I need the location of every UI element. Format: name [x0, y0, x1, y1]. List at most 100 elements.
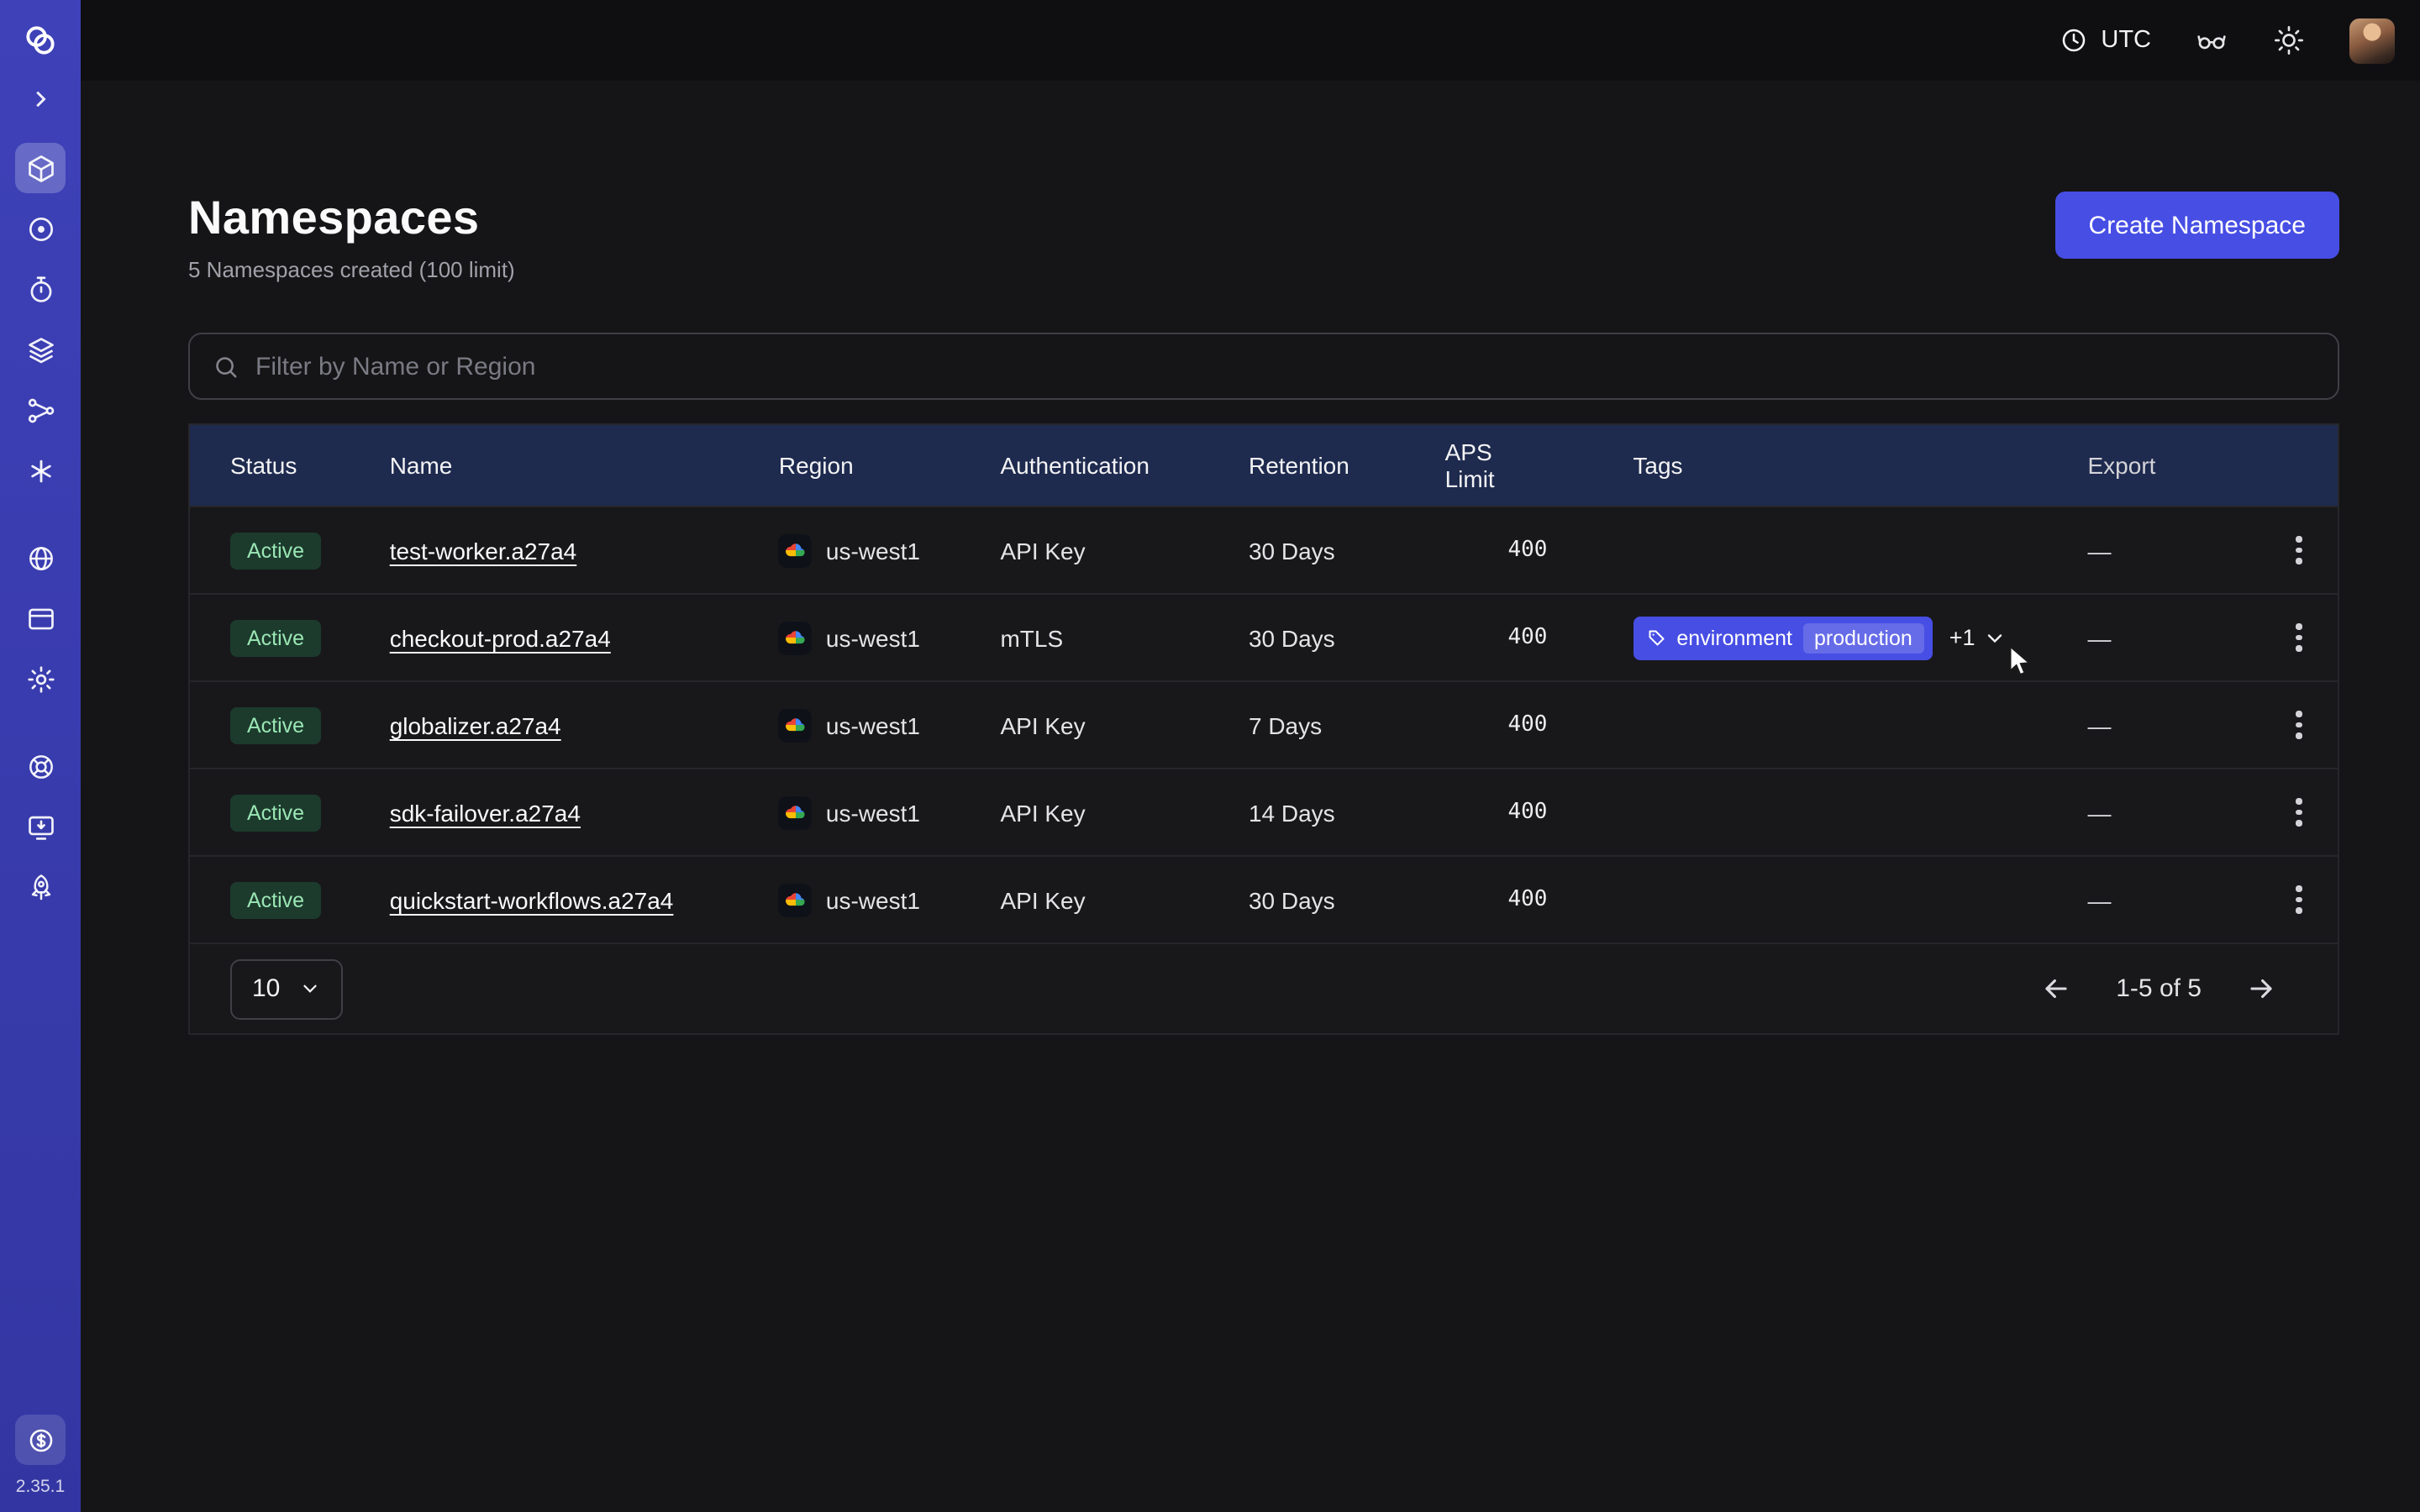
export-value: — — [2088, 886, 2261, 913]
chevron-right-icon — [25, 84, 55, 114]
sidebar-item-nexus[interactable] — [15, 593, 66, 643]
sidebar-item-imports[interactable] — [15, 801, 66, 852]
row-menu-button[interactable] — [2288, 528, 2311, 572]
asterisk-icon — [24, 454, 56, 486]
export-value: — — [2088, 537, 2261, 564]
globe-icon — [24, 542, 56, 574]
timezone-button[interactable]: UTC — [2059, 25, 2151, 55]
search-icon — [212, 352, 240, 381]
retention-label: 30 Days — [1249, 537, 1445, 564]
namespace-link[interactable]: sdk-failover.a27a4 — [390, 799, 581, 826]
sidebar-footer: 2.35.1 — [15, 1415, 66, 1512]
status-badge: Active — [230, 794, 321, 831]
column-header-status: Status — [190, 452, 390, 479]
app-window: 2.35.1 UTC — [0, 0, 2420, 1512]
region-label: us-west1 — [826, 799, 920, 826]
table-header-row: Status Name Region Authentication Retent… — [190, 425, 2338, 506]
table-footer: 10 1-5 of 5 — [190, 942, 2338, 1033]
arrow-right-icon — [2245, 973, 2277, 1005]
rocket-icon — [24, 871, 56, 903]
auth-label: API Key — [1000, 799, 1249, 826]
next-page-button[interactable] — [2242, 969, 2281, 1008]
page-title: Namespaces — [188, 192, 515, 245]
more-tags-button[interactable]: +1 — [1949, 625, 2007, 650]
sidebar-item-regions[interactable] — [15, 533, 66, 583]
gcp-icon — [779, 621, 813, 654]
auth-label: API Key — [1000, 711, 1249, 738]
page-size-select[interactable]: 10 — [230, 958, 342, 1019]
sidebar-item-namespaces[interactable] — [15, 143, 66, 193]
life-buoy-icon — [24, 750, 56, 782]
column-header-export: Export — [2088, 452, 2261, 479]
aps-limit-value: 400 — [1445, 800, 1634, 825]
row-menu-button[interactable] — [2288, 878, 2311, 921]
cube-icon — [24, 152, 56, 184]
arrow-left-icon — [2040, 973, 2072, 1005]
create-namespace-button[interactable]: Create Namespace — [2055, 192, 2339, 259]
sidebar-expand-button[interactable] — [25, 84, 55, 114]
app-version: 2.35.1 — [16, 1477, 65, 1497]
namespace-link[interactable]: checkout-prod.a27a4 — [390, 624, 611, 651]
export-value: — — [2088, 624, 2261, 651]
aps-limit-value: 400 — [1445, 625, 1634, 650]
branch-icon — [24, 394, 56, 426]
column-header-name: Name — [390, 452, 779, 479]
page-title-block: Namespaces 5 Namespaces created (100 lim… — [188, 192, 515, 282]
sidebar-item-workflows[interactable] — [15, 385, 66, 435]
namespace-link[interactable]: quickstart-workflows.a27a4 — [390, 886, 674, 913]
retention-label: 14 Days — [1249, 799, 1445, 826]
table-row: Active test-worker.a27a4 us-west1 API Ke… — [190, 506, 2338, 593]
page-subtitle: 5 Namespaces created (100 limit) — [188, 257, 515, 282]
prev-page-button[interactable] — [2037, 969, 2075, 1008]
glasses-icon — [2195, 24, 2228, 57]
page-header: Namespaces 5 Namespaces created (100 lim… — [188, 192, 2339, 282]
topbar: UTC — [81, 0, 2420, 81]
gcp-icon — [779, 883, 813, 916]
main-column: UTC — [81, 0, 2420, 1512]
timezone-label: UTC — [2101, 27, 2151, 54]
sidebar-item-batch[interactable] — [15, 445, 66, 496]
sidebar: 2.35.1 — [0, 0, 81, 1512]
row-menu-button[interactable] — [2288, 790, 2311, 834]
retention-label: 30 Days — [1249, 624, 1445, 651]
gcp-icon — [779, 533, 813, 567]
dollar-icon — [24, 1424, 56, 1456]
panel-icon — [24, 602, 56, 634]
billing-button[interactable] — [15, 1415, 66, 1465]
row-menu-button[interactable] — [2288, 616, 2311, 659]
theme-toggle-button[interactable] — [2272, 24, 2306, 57]
timer-icon — [24, 273, 56, 305]
tag-key: environment — [1676, 626, 1792, 649]
docs-button[interactable] — [2195, 24, 2228, 57]
column-header-auth: Authentication — [1000, 452, 1249, 479]
namespace-link[interactable]: globalizer.a27a4 — [390, 711, 561, 738]
sidebar-item-settings[interactable] — [15, 654, 66, 704]
tag-value: production — [1802, 622, 1924, 653]
sidebar-item-schedules[interactable] — [15, 264, 66, 314]
retention-label: 30 Days — [1249, 886, 1445, 913]
table-row: Active checkout-prod.a27a4 us-west1 mTLS… — [190, 593, 2338, 680]
sidebar-item-monitor[interactable] — [15, 203, 66, 254]
sidebar-item-deployments[interactable] — [15, 324, 66, 375]
sidebar-nav — [15, 143, 66, 912]
filter-input[interactable] — [255, 352, 2316, 381]
status-badge: Active — [230, 881, 321, 918]
pagination: 1-5 of 5 — [2037, 969, 2281, 1008]
user-avatar[interactable] — [2349, 18, 2395, 63]
chevron-down-icon — [1984, 626, 2007, 649]
namespace-link[interactable]: test-worker.a27a4 — [390, 537, 577, 564]
tag-chip[interactable]: environment production — [1633, 616, 1932, 659]
region-label: us-west1 — [826, 711, 920, 738]
filter-bar — [188, 333, 2339, 400]
aps-limit-value: 400 — [1445, 538, 1634, 563]
auth-label: API Key — [1000, 886, 1249, 913]
sidebar-item-labs[interactable] — [15, 862, 66, 912]
export-value: — — [2088, 711, 2261, 738]
page-content: Namespaces 5 Namespaces created (100 lim… — [81, 81, 2420, 1035]
aps-limit-value: 400 — [1445, 712, 1634, 738]
temporal-logo-icon — [22, 22, 59, 59]
chevron-down-icon — [298, 978, 320, 1000]
gear-icon — [24, 663, 56, 695]
row-menu-button[interactable] — [2288, 703, 2311, 747]
sidebar-item-support[interactable] — [15, 741, 66, 791]
